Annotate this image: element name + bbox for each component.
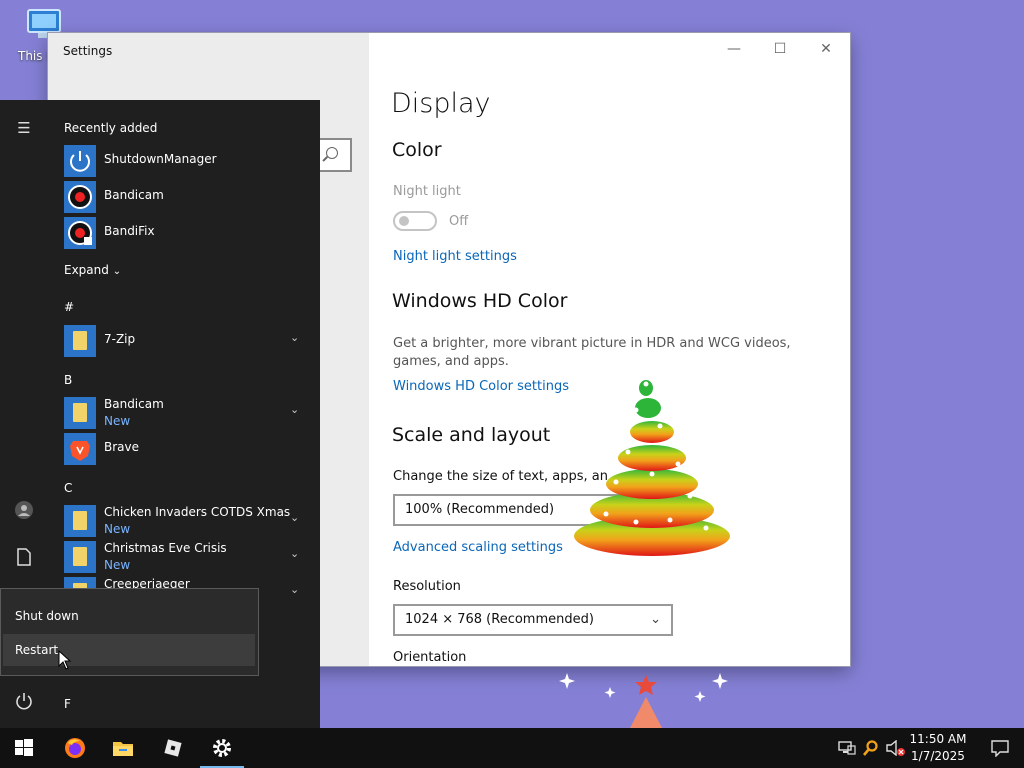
app-name: Chicken Invaders COTDS Xmas bbox=[104, 505, 291, 519]
app-brave[interactable]: Brave bbox=[64, 433, 304, 465]
group-letter[interactable]: F bbox=[64, 697, 71, 711]
resolution-select[interactable]: 1024 × 768 (Recommended) ⌄ bbox=[393, 604, 673, 636]
bandifix-icon bbox=[64, 217, 96, 249]
hd-color-settings-link[interactable]: Windows HD Color settings bbox=[393, 379, 569, 394]
clock-time: 11:50 AM bbox=[909, 732, 967, 746]
app-chicken-invaders[interactable]: Chicken Invaders COTDS Xmas New ⌄ bbox=[64, 505, 304, 537]
app-christmas-eve-crisis[interactable]: Christmas Eve Crisis New ⌄ bbox=[64, 541, 304, 573]
notification-center-button[interactable] bbox=[976, 728, 1024, 768]
system-clock[interactable]: 11:50 AM 1/7/2025 bbox=[906, 731, 970, 765]
night-light-toggle[interactable] bbox=[393, 211, 437, 231]
file-explorer-icon bbox=[113, 742, 133, 756]
app-name: BandiFix bbox=[104, 224, 155, 238]
shut-down-option[interactable]: Shut down bbox=[3, 600, 255, 632]
group-letter[interactable]: C bbox=[64, 481, 72, 495]
taskbar-firefox[interactable] bbox=[51, 728, 99, 768]
folder-icon bbox=[64, 505, 96, 537]
app-name: Bandicam bbox=[104, 188, 164, 202]
scale-layout-heading: Scale and layout bbox=[392, 424, 551, 446]
night-light-label: Night light bbox=[393, 184, 461, 199]
folder-icon bbox=[64, 397, 96, 429]
folder-icon bbox=[64, 541, 96, 573]
expand-button[interactable]: Expand ⌄ bbox=[64, 263, 121, 277]
app-name: 7-Zip bbox=[104, 332, 136, 346]
chevron-down-icon: ⌄ bbox=[112, 266, 122, 277]
group-letter[interactable]: # bbox=[64, 300, 74, 314]
app-name: Christmas Eve Crisis bbox=[104, 541, 227, 555]
app-bandifix[interactable]: BandiFix bbox=[64, 217, 304, 249]
start-button[interactable] bbox=[0, 728, 48, 768]
power-options-menu: Shut down Restart bbox=[0, 588, 259, 676]
app-bandicam[interactable]: Bandicam New ⌄ bbox=[64, 397, 304, 429]
new-badge: New bbox=[104, 414, 131, 428]
color-heading: Color bbox=[392, 139, 442, 161]
chevron-down-icon: ⌄ bbox=[650, 612, 661, 627]
expand-label: Expand bbox=[64, 263, 109, 277]
change-size-label: Change the size of text, apps, an bbox=[393, 469, 609, 484]
roblox-icon bbox=[164, 739, 182, 757]
app-name: Bandicam bbox=[104, 397, 164, 411]
app-name: Brave bbox=[104, 440, 140, 454]
clock-date: 1/7/2025 bbox=[911, 749, 965, 763]
resolution-label: Resolution bbox=[393, 579, 461, 594]
chevron-down-icon[interactable]: ⌄ bbox=[290, 511, 299, 524]
mouse-cursor-icon bbox=[58, 650, 72, 670]
taskbar-settings[interactable] bbox=[198, 728, 246, 768]
taskbar-file-explorer[interactable] bbox=[99, 728, 147, 768]
night-light-state: Off bbox=[449, 214, 469, 229]
notification-icon bbox=[991, 740, 1009, 757]
orientation-label: Orientation bbox=[393, 650, 467, 665]
hamburger-menu-icon[interactable]: ☰ bbox=[12, 116, 36, 140]
taskbar: 11:50 AM 1/7/2025 bbox=[0, 728, 1024, 768]
documents-icon[interactable] bbox=[12, 548, 36, 572]
brave-icon bbox=[64, 433, 96, 465]
app-bandicam-recent[interactable]: Bandicam bbox=[64, 181, 304, 213]
resolution-select-value: 1024 × 768 (Recommended) bbox=[405, 612, 594, 627]
bandicam-icon bbox=[64, 181, 96, 213]
app-name: ShutdownManager bbox=[104, 152, 217, 166]
firefox-icon bbox=[65, 738, 85, 758]
volume-muted-icon[interactable] bbox=[886, 739, 906, 760]
user-avatar-icon[interactable] bbox=[12, 500, 36, 524]
hd-color-heading: Windows HD Color bbox=[392, 290, 568, 312]
app-shutdownmanager[interactable]: ShutdownManager bbox=[64, 145, 304, 177]
tree-topper-decoration bbox=[559, 673, 728, 728]
night-light-settings-link[interactable]: Night light settings bbox=[393, 249, 517, 264]
folder-icon bbox=[64, 325, 96, 357]
page-title: Display bbox=[391, 88, 491, 119]
scale-select-value: 100% (Recommended) bbox=[405, 502, 555, 517]
new-badge: New bbox=[104, 522, 131, 536]
app-7zip[interactable]: 7-Zip ⌄ bbox=[64, 325, 304, 357]
chevron-down-icon[interactable]: ⌄ bbox=[290, 583, 299, 596]
settings-content: Display Color Night light Off Night ligh… bbox=[369, 33, 850, 666]
restart-option[interactable]: Restart bbox=[3, 634, 255, 666]
scale-select[interactable]: 100% (Recommended) bbox=[393, 494, 677, 526]
avatar bbox=[15, 501, 33, 519]
start-icon bbox=[15, 739, 33, 756]
advanced-scaling-link[interactable]: Advanced scaling settings bbox=[393, 540, 563, 555]
power-icon[interactable] bbox=[12, 692, 36, 716]
group-letter[interactable]: B bbox=[64, 373, 72, 387]
recently-added-heading: Recently added bbox=[64, 121, 158, 135]
chevron-down-icon[interactable]: ⌄ bbox=[290, 403, 299, 416]
new-badge: New bbox=[104, 558, 131, 572]
hd-color-description: Get a brighter, more vibrant picture in … bbox=[393, 336, 791, 369]
shutdownmanager-icon bbox=[64, 145, 96, 177]
network-icon[interactable] bbox=[838, 740, 856, 760]
settings-search-input[interactable] bbox=[318, 138, 352, 172]
settings-icon bbox=[213, 739, 231, 757]
window-title: Settings bbox=[63, 44, 113, 58]
chevron-down-icon[interactable]: ⌄ bbox=[290, 331, 299, 344]
chevron-down-icon[interactable]: ⌄ bbox=[290, 547, 299, 560]
taskbar-roblox[interactable] bbox=[149, 728, 197, 768]
search-icon bbox=[326, 147, 338, 159]
search-tray-icon[interactable] bbox=[863, 740, 879, 760]
